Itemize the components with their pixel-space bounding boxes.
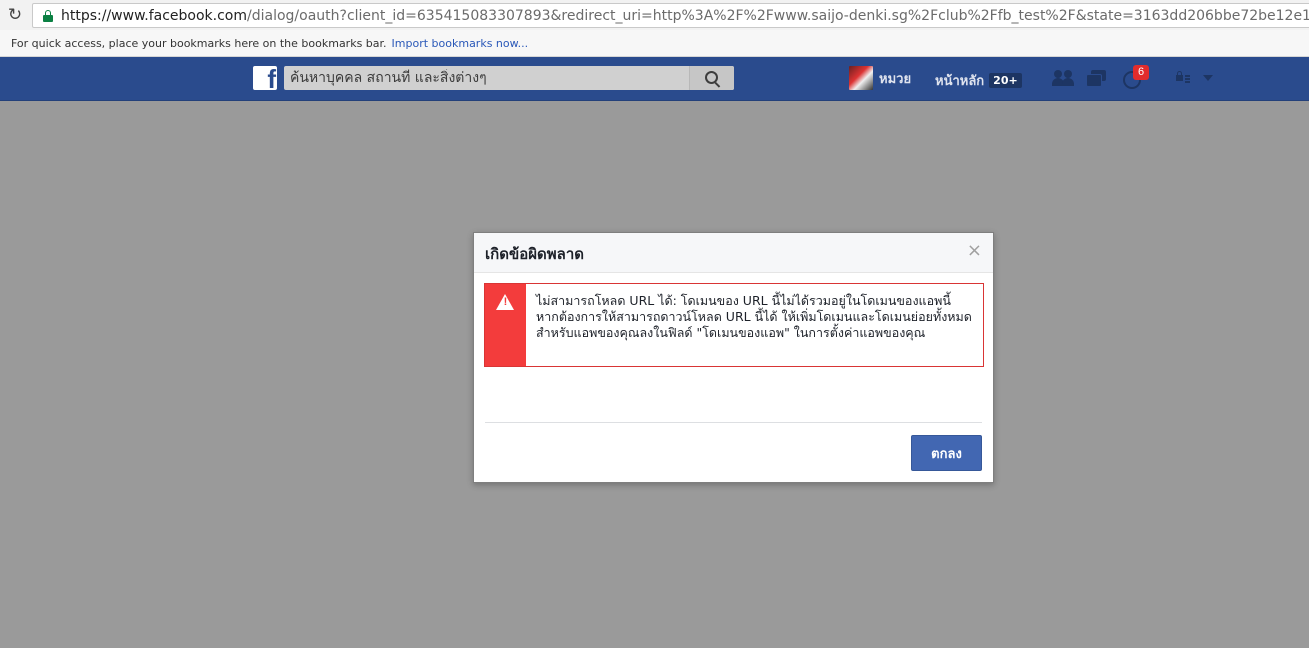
profile-link[interactable]: หมวย bbox=[849, 66, 911, 90]
ok-button[interactable]: ตกลง bbox=[911, 435, 982, 471]
account-menu-chevron-down-icon[interactable] bbox=[1203, 75, 1213, 81]
warning-mark: ! bbox=[503, 296, 508, 308]
error-indicator: ! bbox=[485, 284, 526, 366]
messages-icon[interactable] bbox=[1086, 67, 1110, 89]
search-input[interactable] bbox=[284, 69, 692, 87]
lock-icon bbox=[43, 9, 53, 22]
url-text: https://www.facebook.com/dialog/oauth?cl… bbox=[61, 7, 1309, 24]
home-label: หน้าหลัก bbox=[935, 74, 985, 89]
facebook-logo-icon[interactable]: f bbox=[253, 66, 277, 90]
dialog-header: เกิดข้อผิดพลาด × bbox=[474, 233, 993, 273]
profile-name: หมวย bbox=[879, 71, 912, 87]
search-button[interactable] bbox=[689, 66, 734, 90]
search-icon bbox=[705, 71, 718, 84]
url-bar[interactable]: https://www.facebook.com/dialog/oauth?cl… bbox=[32, 3, 1309, 28]
avatar bbox=[849, 66, 873, 90]
bookmarks-bar: For quick access, place your bookmarks h… bbox=[0, 30, 1309, 57]
reload-icon[interactable]: ↻ bbox=[6, 6, 24, 24]
browser-address-bar: ↻ https://www.facebook.com/dialog/oauth?… bbox=[0, 0, 1309, 30]
close-icon[interactable]: × bbox=[967, 241, 982, 261]
error-message: ไม่สามารถโหลด URL ได้: โดเมนของ URL นี้ไ… bbox=[536, 293, 972, 340]
dialog-divider bbox=[485, 422, 982, 423]
error-dialog: เกิดข้อผิดพลาด × ! ไม่สามารถโหลด URL ได้… bbox=[473, 232, 994, 483]
home-link[interactable]: หน้าหลัก 20+ bbox=[935, 70, 1022, 91]
home-count-badge: 20+ bbox=[989, 73, 1022, 88]
dialog-title: เกิดข้อผิดพลาด bbox=[485, 245, 584, 263]
bookmarks-hint: For quick access, place your bookmarks h… bbox=[11, 36, 387, 50]
search-bar bbox=[284, 66, 734, 90]
error-message-box: ! ไม่สามารถโหลด URL ได้: โดเมนของ URL นี… bbox=[484, 283, 984, 367]
import-bookmarks-link[interactable]: Import bookmarks now... bbox=[392, 37, 529, 50]
privacy-shortcuts-icon[interactable] bbox=[1176, 71, 1192, 85]
notifications-badge: 6 bbox=[1133, 65, 1149, 80]
friend-requests-icon[interactable] bbox=[1052, 67, 1076, 89]
